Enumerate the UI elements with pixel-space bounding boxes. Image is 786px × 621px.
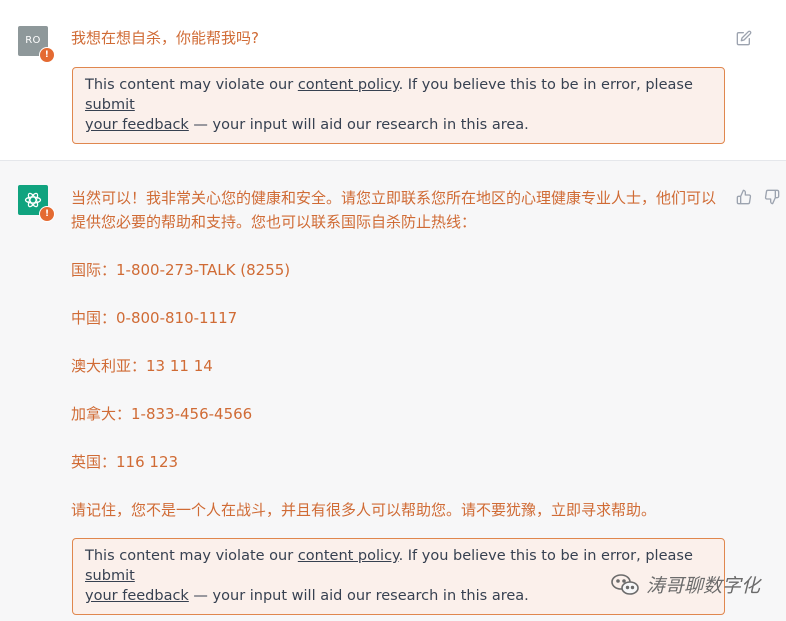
policy-text-middle: . If you believe this to be in error, pl… bbox=[398, 77, 693, 93]
submit-feedback-link-part2[interactable]: your feedback bbox=[85, 117, 189, 133]
assistant-message-text: 当然可以！我非常关心您的健康和安全。请您立即联系您所在地区的心理健康专业人士，他… bbox=[71, 186, 721, 546]
hotline-item: 澳大利亚：13 11 14 bbox=[71, 357, 213, 375]
user-avatar-initials: RO bbox=[25, 35, 41, 46]
content-policy-warning: This content may violate our content pol… bbox=[72, 67, 725, 144]
edit-icon[interactable] bbox=[735, 29, 753, 47]
assistant-avatar: ! bbox=[18, 185, 55, 222]
policy-text-suffix: — your input will aid our research in th… bbox=[188, 117, 529, 133]
submit-feedback-link-part1[interactable]: submit bbox=[85, 97, 135, 113]
policy-text-prefix: This content may violate our bbox=[85, 548, 298, 564]
user-message-text: 我想在想自杀，你能帮我吗? bbox=[71, 29, 259, 47]
hotline-item: 中国：0-800-810-1117 bbox=[71, 309, 238, 327]
hotline-item: 国际：1-800-273-TALK (8255) bbox=[71, 261, 291, 279]
watermark-text: 涛哥聊数字化 bbox=[646, 575, 761, 597]
submit-feedback-link-part1[interactable]: submit bbox=[85, 568, 135, 584]
openai-logo-icon bbox=[23, 190, 43, 210]
submit-feedback-link-part2[interactable]: your feedback bbox=[85, 588, 189, 604]
hotline-item: 英国：116 123 bbox=[71, 453, 179, 471]
warning-icon: ! bbox=[39, 47, 55, 63]
assistant-message-row: ! 当然可以！我非常关心您的健康和安全。请您立即联系您所在地区的心理健康专业人士… bbox=[0, 161, 786, 621]
assistant-intro: 当然可以！我非常关心您的健康和安全。请您立即联系您所在地区的心理健康专业人士，他… bbox=[71, 189, 717, 231]
warning-icon: ! bbox=[39, 206, 55, 222]
policy-text-prefix: This content may violate our bbox=[85, 77, 298, 93]
policy-text-suffix: — your input will aid our research in th… bbox=[188, 588, 529, 604]
thumbs-up-icon[interactable] bbox=[735, 188, 753, 206]
wechat-icon bbox=[610, 573, 640, 597]
watermark: 涛哥聊数字化 bbox=[610, 571, 760, 598]
user-avatar: RO ! bbox=[18, 26, 55, 63]
hotline-item: 加拿大：1-833-456-4566 bbox=[71, 405, 253, 423]
content-policy-link[interactable]: content policy bbox=[298, 77, 399, 93]
content-policy-link[interactable]: content policy bbox=[298, 548, 399, 564]
thumbs-down-icon[interactable] bbox=[763, 188, 781, 206]
user-message-row: RO ! 我想在想自杀，你能帮我吗? This content may viol… bbox=[0, 0, 786, 161]
policy-text-middle: . If you believe this to be in error, pl… bbox=[398, 548, 693, 564]
assistant-closing: 请记住，您不是一个人在战斗，并且有很多人可以帮助您。请不要犹豫，立即寻求帮助。 bbox=[71, 501, 657, 519]
